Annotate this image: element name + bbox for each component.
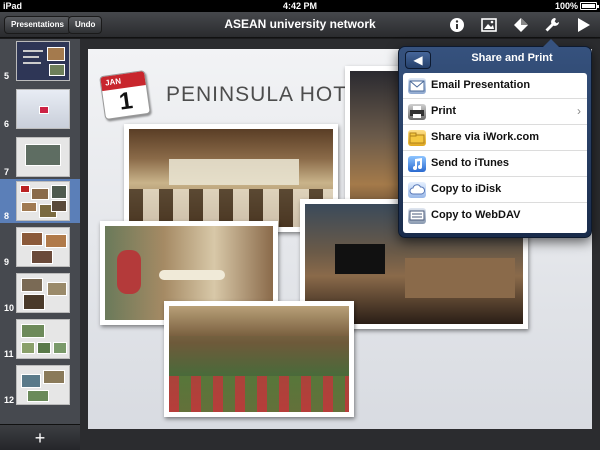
play-icon[interactable] xyxy=(573,15,593,35)
add-slide-button[interactable]: + xyxy=(28,428,52,448)
option-label: Copy to iDisk xyxy=(431,183,502,195)
navigator-footer: + xyxy=(0,424,80,450)
slide-preview xyxy=(16,319,70,359)
slide-thumbnail[interactable]: 7 xyxy=(0,135,80,179)
popover-arrow xyxy=(543,39,559,47)
email-presentation-option[interactable]: Email Presentation xyxy=(403,73,587,99)
chevron-right-icon: › xyxy=(577,104,581,118)
slide-number: 8 xyxy=(4,211,10,221)
popover-title: Share and Print xyxy=(471,52,553,64)
slide-preview xyxy=(16,181,70,221)
copy-webdav-option[interactable]: Copy to WebDAV xyxy=(403,203,587,229)
calendar-icon: JAN 1 xyxy=(98,67,154,120)
music-note-icon xyxy=(408,156,426,172)
slide-thumbnail[interactable]: 12 xyxy=(0,363,80,407)
slide-thumbnail[interactable]: 5 xyxy=(0,39,80,83)
popover-header: ◀ Share and Print xyxy=(399,47,593,73)
slide-navigator[interactable]: 5 6 7 8 9 10 11 12 xyxy=(0,39,80,424)
option-label: Send to iTunes xyxy=(431,157,510,169)
slide-preview xyxy=(16,89,70,129)
share-print-popover: ◀ Share and Print Email Presentation Pri… xyxy=(398,39,593,238)
slide-number: 10 xyxy=(4,303,15,313)
slide-thumbnail[interactable]: 10 xyxy=(0,271,80,315)
slide-preview xyxy=(16,273,70,313)
calendar-page: JAN 1 xyxy=(99,70,151,120)
shapes-icon[interactable] xyxy=(511,15,531,35)
back-button[interactable]: ◀ xyxy=(405,51,431,69)
status-bar: iPad 4:42 PM 100% xyxy=(0,0,600,12)
print-option[interactable]: Print › xyxy=(403,99,587,125)
clock: 4:42 PM xyxy=(282,1,317,11)
slide-number: 5 xyxy=(4,71,10,81)
slide-number: 9 xyxy=(4,257,10,267)
slide-preview xyxy=(16,41,70,81)
slide-preview xyxy=(16,227,70,267)
slide-preview xyxy=(16,137,70,177)
slide-thumbnail[interactable]: 6 xyxy=(0,87,80,131)
network-icon xyxy=(408,208,426,224)
document-title: ASEAN university network xyxy=(224,17,376,31)
photo-garden-terrace[interactable] xyxy=(164,301,354,417)
share-options-list: Email Presentation Print › Share via iWo… xyxy=(403,73,587,233)
share-iwork-option[interactable]: Share via iWork.com xyxy=(403,125,587,151)
cloud-icon xyxy=(408,182,426,198)
slide-number: 12 xyxy=(4,395,15,405)
option-label: Email Presentation xyxy=(431,79,531,91)
slide-thumbnail-selected[interactable]: 8 xyxy=(0,179,80,223)
toolbar: Presentations Undo ASEAN university netw… xyxy=(0,12,600,38)
slide-preview xyxy=(16,365,70,405)
slide-thumbnail[interactable]: 9 xyxy=(0,225,80,269)
wrench-icon[interactable] xyxy=(542,15,562,35)
slide-thumbnail[interactable]: 11 xyxy=(0,317,80,361)
info-icon[interactable] xyxy=(447,15,467,35)
option-label: Print xyxy=(431,105,457,117)
folder-icon xyxy=(408,130,426,146)
option-label: Share via iWork.com xyxy=(431,131,540,143)
slide-number: 6 xyxy=(4,119,10,129)
slide-title[interactable]: PENINSULA HOTEL xyxy=(166,83,375,107)
send-itunes-option[interactable]: Send to iTunes xyxy=(403,151,587,177)
battery-percent: 100% xyxy=(554,1,578,11)
option-label: Copy to WebDAV xyxy=(431,209,521,221)
email-icon xyxy=(408,78,426,94)
printer-icon xyxy=(408,104,426,120)
media-icon[interactable] xyxy=(479,15,499,35)
battery-icon xyxy=(580,2,599,10)
battery-fill xyxy=(582,4,595,8)
slide-number: 7 xyxy=(4,167,10,177)
calendar-day: 1 xyxy=(117,87,135,116)
slide-number: 11 xyxy=(4,349,14,359)
copy-idisk-option[interactable]: Copy to iDisk xyxy=(403,177,587,203)
photo-garden-terrace-image xyxy=(169,306,349,412)
